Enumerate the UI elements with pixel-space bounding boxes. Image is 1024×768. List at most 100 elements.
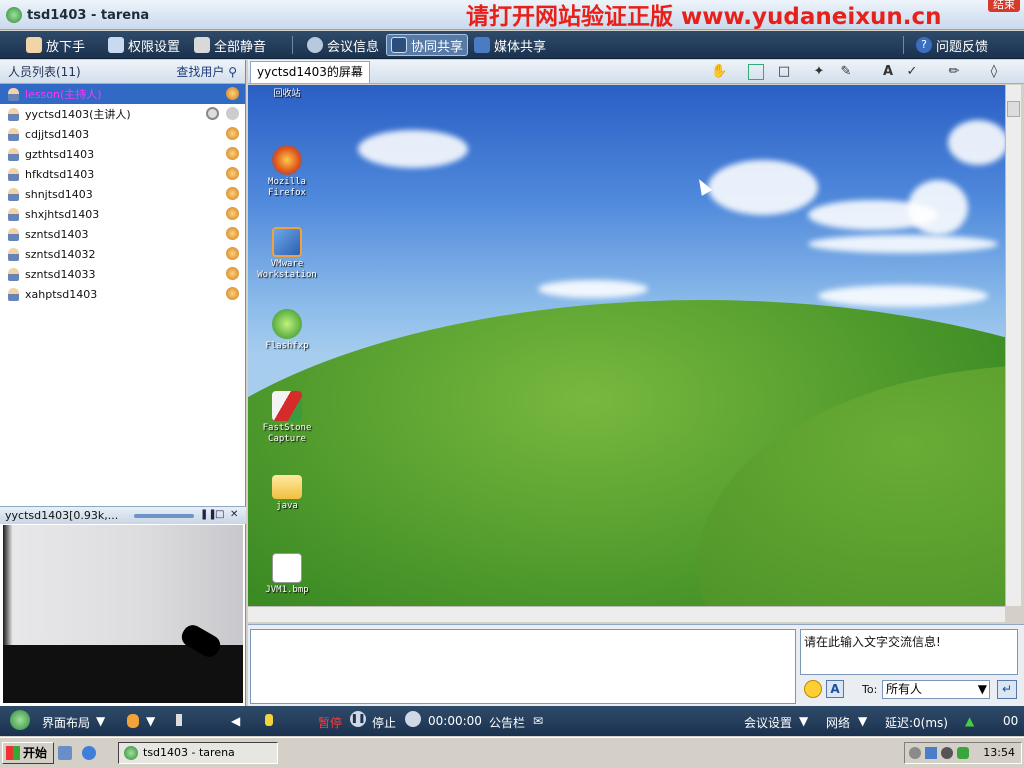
comment-icon[interactable]: □ xyxy=(776,64,792,80)
layout-menu[interactable]: 界面布局 xyxy=(42,714,90,731)
end-button[interactable]: 结束 xyxy=(988,0,1020,12)
chevron-down-icon[interactable]: ▼ xyxy=(96,714,105,728)
stop-button[interactable]: 停止 xyxy=(372,714,396,731)
pen-tool-icon[interactable]: ✏ xyxy=(946,64,962,80)
speaker-icon[interactable] xyxy=(226,107,239,120)
tray-icon[interactable] xyxy=(909,747,921,759)
member-row[interactable]: lesson(主持人) xyxy=(0,84,245,104)
bulletin-button[interactable]: 公告栏 xyxy=(489,714,525,731)
ie-icon[interactable] xyxy=(82,746,96,760)
line-tool-icon[interactable]: ✓ xyxy=(904,64,920,80)
meeting-info-button[interactable]: 会议信息 xyxy=(303,34,383,56)
person-icon xyxy=(8,147,19,161)
permissions-button[interactable]: 权限设置 xyxy=(104,34,184,56)
camera-icon[interactable] xyxy=(206,107,219,120)
mic-icon[interactable] xyxy=(226,147,239,160)
meeting-settings-menu[interactable]: 会议设置 xyxy=(744,714,792,731)
person-icon xyxy=(8,267,19,281)
jvm-bmp-desktop-icon[interactable]: JVM1.bmp xyxy=(254,553,320,596)
security-shield-icon[interactable] xyxy=(957,747,969,759)
member-name: szntsd14032 xyxy=(25,247,96,261)
scroll-thumb[interactable] xyxy=(1007,101,1020,117)
chevron-down-icon[interactable]: ▼ xyxy=(146,714,155,728)
text-tool-icon[interactable]: A xyxy=(880,64,896,80)
member-name: gzthtsd1403 xyxy=(25,147,95,161)
stop-icon[interactable] xyxy=(405,711,421,727)
feedback-button[interactable]: ? 问题反馈 xyxy=(912,34,992,56)
mic-icon[interactable] xyxy=(226,187,239,200)
find-user-link[interactable]: 查找用户 ⚲ xyxy=(176,63,237,80)
vertical-scrollbar[interactable] xyxy=(1005,85,1021,606)
chevron-down-icon[interactable]: ▼ xyxy=(858,714,867,728)
pause-icon[interactable]: ❚❚ xyxy=(350,711,366,727)
magic-wand-icon[interactable]: ✦ xyxy=(811,64,827,80)
network-menu[interactable]: 网络 xyxy=(826,714,850,731)
start-button[interactable]: 开始 xyxy=(2,742,55,764)
member-row[interactable]: hfkdtsd1403 xyxy=(0,164,245,184)
pause-button[interactable]: 暂停 xyxy=(318,714,342,731)
folder-icon xyxy=(272,475,302,499)
volume-icon[interactable] xyxy=(941,747,953,759)
bulletin-icon[interactable]: ✉ xyxy=(533,714,543,728)
firefox-icon xyxy=(272,145,302,175)
member-row[interactable]: shxjhtsd1403 xyxy=(0,204,245,224)
mic-icon[interactable] xyxy=(226,167,239,180)
microphone-icon[interactable] xyxy=(127,714,139,728)
mic-icon[interactable] xyxy=(226,287,239,300)
mic-icon[interactable] xyxy=(226,267,239,280)
emoji-icon[interactable] xyxy=(804,680,822,698)
member-name: szntsd14033 xyxy=(25,267,96,281)
mic-icon[interactable] xyxy=(226,87,239,100)
recycle-bin-desktop-icon[interactable]: 回收站 xyxy=(254,89,320,100)
to-label: To: xyxy=(862,683,878,696)
volume-slider[interactable] xyxy=(176,714,182,726)
taskbar-item-app[interactable]: tsd1403 - tarena xyxy=(118,742,278,764)
close-icon[interactable]: ✕ xyxy=(230,509,238,520)
member-row[interactable]: shnjtsd1403 xyxy=(0,184,245,204)
mic-icon[interactable] xyxy=(226,227,239,240)
firefox-desktop-icon[interactable]: Mozilla Firefox xyxy=(254,145,320,199)
horizontal-scrollbar[interactable] xyxy=(248,606,1005,622)
member-row[interactable]: szntsd1403 xyxy=(0,224,245,244)
member-row[interactable]: cdjjtsd1403 xyxy=(0,124,245,144)
font-icon[interactable]: A xyxy=(826,680,844,698)
member-row[interactable]: gzthtsd1403 xyxy=(0,144,245,164)
show-desktop-icon[interactable] xyxy=(58,746,72,760)
mic-icon[interactable] xyxy=(226,247,239,260)
hand-tool-icon[interactable]: ✋ xyxy=(711,64,727,80)
desktop-icon-label: Mozilla Firefox xyxy=(268,177,306,198)
permissions-icon xyxy=(108,37,124,53)
mic-icon[interactable] xyxy=(226,127,239,140)
mic-icon[interactable] xyxy=(226,207,239,220)
maximize-icon[interactable]: □ xyxy=(215,509,224,520)
member-row[interactable]: szntsd14032 xyxy=(0,244,245,264)
recipient-select[interactable]: 所有人 ▼ xyxy=(882,680,990,699)
screen-share-icon xyxy=(391,37,407,53)
faststone-icon xyxy=(272,391,302,421)
eraser-icon[interactable]: ◊ xyxy=(986,64,1002,80)
raise-hand-button[interactable]: 放下手 xyxy=(22,34,89,56)
vmware-desktop-icon[interactable]: VMware Workstation xyxy=(254,227,320,281)
flashfxp-desktop-icon[interactable]: Flashfxp xyxy=(254,309,320,352)
member-row[interactable]: szntsd14033 xyxy=(0,264,245,284)
fit-screen-icon[interactable] xyxy=(748,64,764,80)
mute-all-button[interactable]: 全部静音 xyxy=(190,34,270,56)
vmware-icon xyxy=(272,227,302,257)
member-row[interactable]: xahptsd1403 xyxy=(0,284,245,304)
volume-slider[interactable] xyxy=(134,514,194,518)
media-share-button[interactable]: 媒体共享 xyxy=(470,34,550,56)
recipient-value: 所有人 xyxy=(886,682,923,696)
chevron-down-icon[interactable]: ▼ xyxy=(799,714,808,728)
brush-icon[interactable]: ✎ xyxy=(838,64,854,80)
network-icon[interactable] xyxy=(925,747,937,759)
taskbar-item-label: tsd1403 - tarena xyxy=(143,746,235,759)
co-share-button[interactable]: 协同共享 xyxy=(386,34,469,56)
send-icon[interactable]: ↵ xyxy=(997,680,1017,699)
speaker-icon[interactable]: ◀ xyxy=(231,714,240,728)
java-folder-desktop-icon[interactable]: java xyxy=(254,475,320,512)
member-row[interactable]: yyctsd1403(主讲人) xyxy=(0,104,245,124)
chat-input[interactable]: 请在此输入文字交流信息! xyxy=(800,629,1018,675)
tab-shared-screen[interactable]: yyctsd1403的屏幕 xyxy=(250,61,370,83)
faststone-desktop-icon[interactable]: FastStone Capture xyxy=(254,391,320,445)
clock[interactable]: 13:54 xyxy=(983,746,1015,759)
